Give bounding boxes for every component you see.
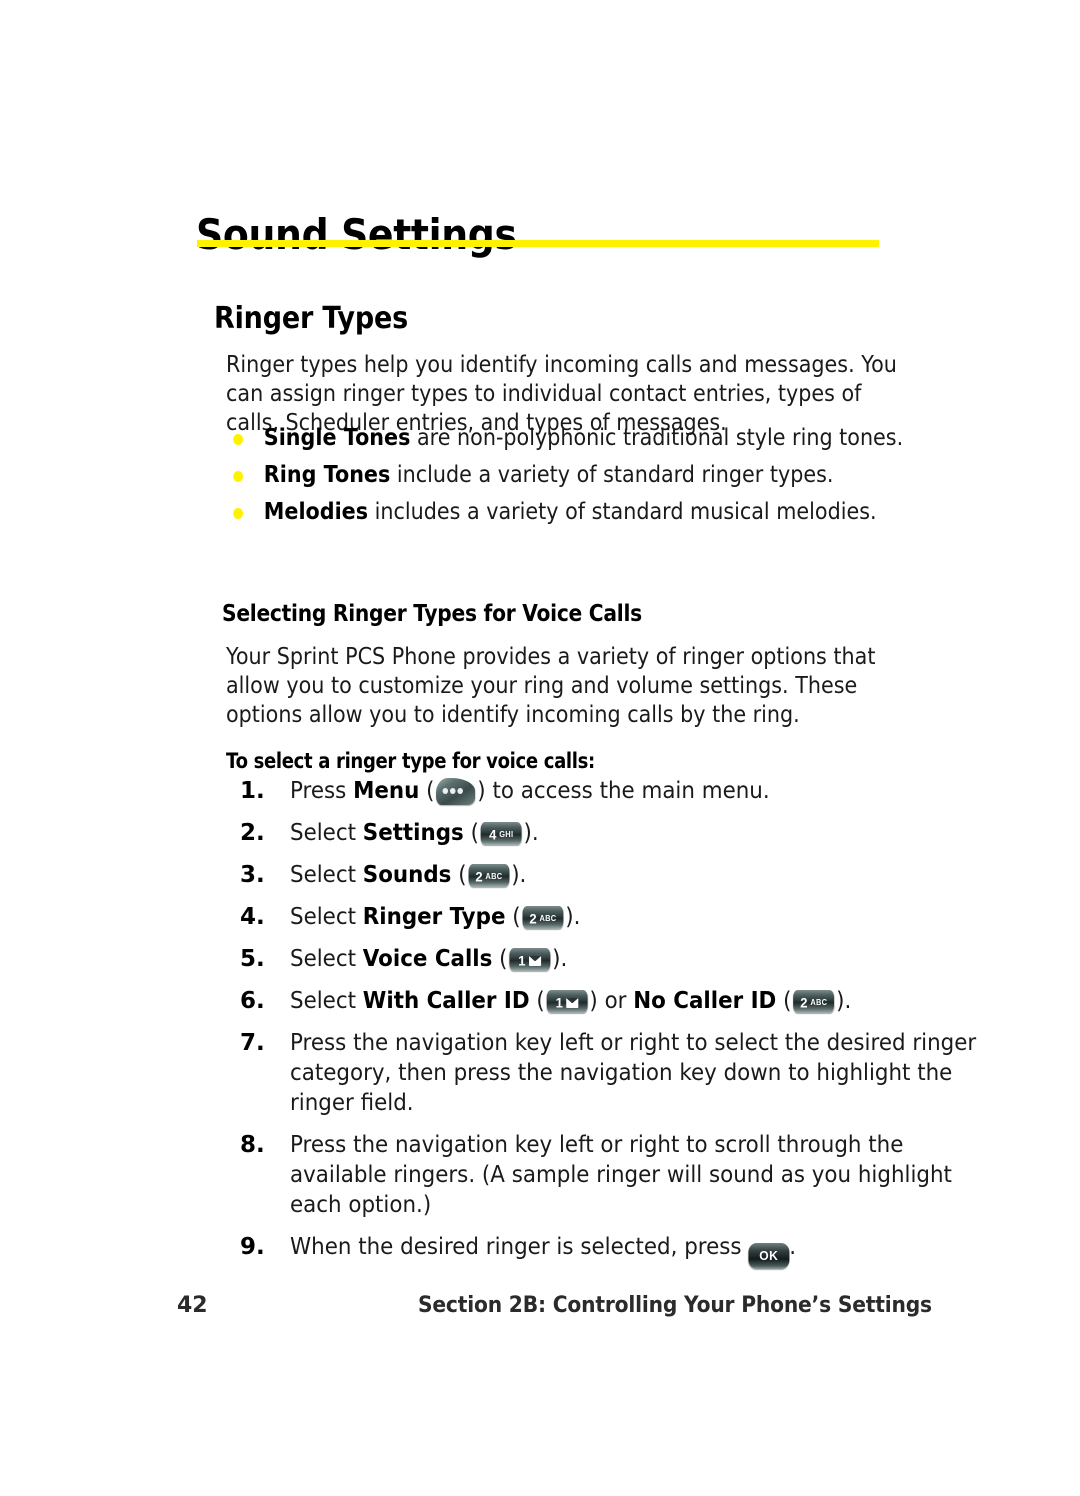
key-2-abc-icon: 2 ABC (522, 906, 564, 929)
step-number: 1. (240, 778, 265, 804)
step-text-post: ) to access the main menu. (477, 778, 770, 804)
step-text: Select Settings (4 GHI). (290, 818, 978, 848)
step-text-pre: When the desired ringer is selected, pre… (290, 1234, 749, 1260)
list-item: 2. Select Settings (4 GHI). (240, 818, 1030, 848)
bullet-dot-icon (233, 471, 244, 482)
section-heading: Ringer Types (214, 300, 408, 336)
list-item: 8. Press the navigation key left or righ… (240, 1130, 1030, 1220)
step-text-bold: Ringer Type (362, 904, 506, 930)
title-underline-rule (197, 240, 879, 247)
bullet-dot-icon (233, 434, 244, 445)
key-1-envelope-icon: 1 (509, 948, 551, 971)
procedure-step-list: 1. Press Menu ( ) to access the main menu… (240, 776, 1030, 1281)
step-text: Press Menu ( ) to access the main menu. (290, 776, 978, 806)
step-text-pre: Select (290, 820, 363, 846)
step-text-mid3: ( (776, 988, 792, 1014)
step-text-bold: Sounds (362, 862, 452, 888)
footer-section-label: Section 2B: Controlling Your Phone’s Set… (418, 1293, 932, 1318)
step-text-pre: Select (290, 946, 363, 972)
step-text-bold: With Caller ID (362, 988, 530, 1014)
step-text-mid: ( (451, 862, 467, 888)
step-text: Select Sounds (2 ABC). (290, 860, 978, 890)
step-text-post: ). (552, 946, 568, 972)
list-item: 5. Select Voice Calls (1). (240, 944, 1030, 974)
list-item: 3. Select Sounds (2 ABC). (240, 860, 1030, 890)
bullet-text: includes a variety of standard musical m… (368, 499, 877, 525)
bullet-dot-icon (233, 508, 244, 519)
step-number: 7. (240, 1030, 265, 1056)
step-text-pre: Select (290, 904, 363, 930)
step-text-post: ). (511, 862, 527, 888)
manual-page: Sound Settings Ringer Types Ringer types… (0, 0, 1080, 1496)
step-text-mid: ( (505, 904, 521, 930)
step-text: Press the navigation key left or right t… (290, 1030, 977, 1116)
footer-page-number: 42 (177, 1293, 208, 1318)
subsection-heading: Selecting Ringer Types for Voice Calls (222, 601, 642, 627)
step-text-bold: Menu (353, 778, 420, 804)
step-text-mid: ( (419, 778, 435, 804)
step-text: Press the navigation key left or right t… (290, 1132, 952, 1218)
step-text: Select With Caller ID (1) or No Caller I… (290, 986, 978, 1016)
step-text-bold2: No Caller ID (633, 988, 777, 1014)
step-number: 9. (240, 1234, 265, 1260)
step-text-pre: Press (290, 778, 354, 804)
step-text: Select Voice Calls (1). (290, 944, 978, 974)
page-title: Sound Settings (196, 210, 517, 260)
step-number: 5. (240, 946, 265, 972)
step-number: 3. (240, 862, 265, 888)
bullet-term: Single Tones (263, 425, 411, 451)
bullet-text: include a variety of standard ringer typ… (390, 462, 834, 488)
list-item: 6. Select With Caller ID (1) or No Calle… (240, 986, 1030, 1016)
step-number: 6. (240, 988, 265, 1014)
step-text-pre: Select (290, 862, 363, 888)
step-text-mid2: ) or (589, 988, 634, 1014)
step-text-post: ). (836, 988, 852, 1014)
key-ok-icon: OK (748, 1243, 790, 1269)
list-item: 9. When the desired ringer is selected, … (240, 1232, 1030, 1269)
menu-softkey-icon (436, 778, 476, 805)
step-text-post: ). (565, 904, 581, 930)
step-text-pre: Select (290, 988, 363, 1014)
bullet-term: Ring Tones (263, 462, 391, 488)
list-item: Single Tones are non-polyphonic traditio… (226, 424, 919, 453)
subsection-paragraph: Your Sprint PCS Phone provides a variety… (226, 644, 876, 728)
key-2-abc-icon: 2 ABC (468, 864, 510, 887)
key-4-ghi-icon: 4 GHI (480, 822, 522, 845)
list-item: Melodies includes a variety of standard … (226, 498, 919, 527)
step-text-bold: Voice Calls (362, 946, 493, 972)
step-text-mid: ( (529, 988, 545, 1014)
procedure-lead-in: To select a ringer type for voice calls: (226, 749, 595, 773)
list-item: Ring Tones include a variety of standard… (226, 461, 919, 490)
step-text-mid: ( (463, 820, 479, 846)
envelope-icon (529, 955, 542, 966)
key-2-abc-icon: 2 ABC (793, 990, 835, 1013)
step-text-post: . (789, 1234, 797, 1260)
step-text: When the desired ringer is selected, pre… (290, 1232, 978, 1269)
key-1-envelope-icon: 1 (546, 990, 588, 1013)
list-item: 4. Select Ringer Type (2 ABC). (240, 902, 1030, 932)
envelope-icon (566, 997, 579, 1008)
ringer-type-bullet-list: Single Tones are non-polyphonic traditio… (226, 424, 996, 535)
step-text: Select Ringer Type (2 ABC). (290, 902, 978, 932)
step-number: 4. (240, 904, 265, 930)
step-text-bold: Settings (362, 820, 464, 846)
bullet-term: Melodies (263, 499, 369, 525)
step-text-mid: ( (492, 946, 508, 972)
list-item: 7. Press the navigation key left or righ… (240, 1028, 1030, 1118)
bullet-text: are non-polyphonic traditional style rin… (410, 425, 904, 451)
step-number: 2. (240, 820, 265, 846)
list-item: 1. Press Menu ( ) to access the main menu… (240, 776, 1030, 806)
step-number: 8. (240, 1132, 265, 1158)
step-text-post: ). (523, 820, 539, 846)
